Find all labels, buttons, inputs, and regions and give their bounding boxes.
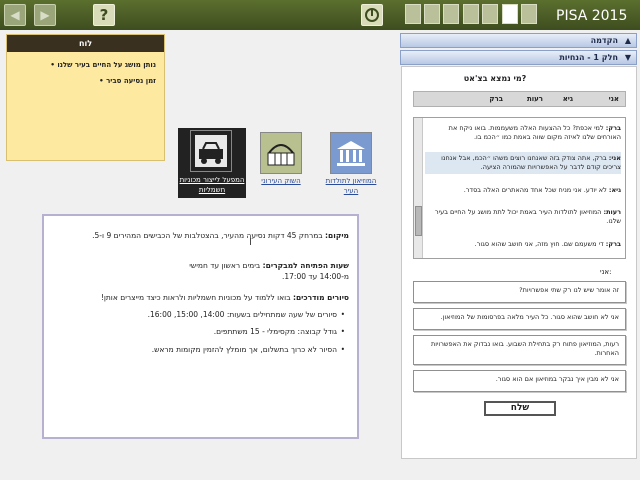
chat-message: ברק: למי אכפת? כל ההצעות האלה משעממות. ב… (448, 124, 621, 141)
chat-message: רעות: המוזיאון לתולדות העיר באמת יכול לת… (435, 208, 621, 225)
response-option[interactable]: זה אומר שיש לנו רק שתי אפשרויות? (413, 281, 626, 303)
market-label[interactable]: השוק העירוני (250, 176, 312, 186)
response-option[interactable]: אני לא מבין איך נבקר במוזיאון אם הוא סגו… (413, 370, 626, 392)
chevron-down-icon: ▼ (624, 53, 631, 62)
section-intro-label: הקדמה (590, 36, 618, 45)
progress-square-current (502, 4, 518, 24)
chevron-up-icon: ▲ (624, 36, 631, 45)
participant: גיא (562, 95, 573, 103)
museum-label[interactable]: המוזיאון לתולדות העיר (318, 176, 384, 196)
back-button[interactable]: ◀ (4, 4, 26, 26)
chat-question: מי נמצא בצ'אט? (463, 74, 527, 83)
progress-square (405, 4, 421, 24)
forward-arrow-icon: ▶ (40, 8, 50, 22)
market-option[interactable] (260, 132, 302, 174)
museum-option[interactable] (330, 132, 372, 174)
electric-car-label[interactable]: המפעל לייצור מכוניות חשמליות (178, 175, 246, 195)
timer-button[interactable] (361, 4, 383, 26)
participants-bar: אני גיא רעות ברק (413, 91, 626, 107)
electric-car-icon (195, 135, 227, 167)
board-item: נותן מושג על החיים בעיר שלנו • (50, 61, 156, 69)
tour-bullet: הסיור לא כרוך בתשלום, אך מומלץ להזמין מק… (57, 345, 345, 354)
market-basket-icon (267, 144, 295, 166)
progress-square (463, 4, 479, 24)
brand-title: PISA 2015 (556, 8, 628, 24)
help-icon: ? (99, 6, 109, 24)
response-option[interactable]: רעות, המוזיאון פתוח רק בתחילת השבוע. בוא… (413, 335, 626, 365)
electric-car-option[interactable] (190, 130, 232, 172)
participant: אני (608, 95, 619, 103)
location-info: מיקום: במרחק 45 דקות נסיעה מהעיר, בהצטלב… (92, 231, 349, 240)
progress-square (482, 4, 498, 24)
response-option[interactable]: אני לא חושב שהוא סגור. כל העיר מלאה בפרס… (413, 308, 626, 330)
chat-log: ברק: למי אכפת? כל ההצעות האלה משעממות. ב… (413, 117, 626, 259)
progress-square (424, 4, 440, 24)
text-cursor-icon: I (249, 237, 252, 248)
board-title: לוח (7, 35, 164, 52)
progress-square (443, 4, 459, 24)
participant: ברק (489, 95, 503, 103)
chat-message: ברק: די משעמם שם. חוץ מזה, אני חושב שהוא… (474, 240, 621, 248)
participant: רעות (526, 95, 543, 103)
help-button[interactable]: ? (93, 4, 115, 26)
section-part1-header[interactable]: חלק 1 - הנחיות ▼ (400, 50, 637, 65)
send-button[interactable]: שלח (484, 401, 556, 416)
hours-time: מ-14:00 עד 17:00. (281, 272, 349, 281)
info-panel: מיקום: במרחק 45 דקות נסיעה מהעיר, בהצטלב… (42, 214, 359, 439)
back-arrow-icon: ◀ (10, 8, 20, 22)
chat-scrollbar[interactable] (414, 118, 423, 258)
forward-button[interactable]: ▶ (34, 4, 56, 26)
notice-board: לוח נותן מושג על החיים בעיר שלנו • זמן נ… (6, 34, 165, 161)
me-label: אני: (600, 268, 612, 276)
museum-icon (337, 141, 365, 166)
tours-info: סיורים מודרכים: בואו ללמוד על מכוניות חש… (100, 293, 349, 302)
chat-message: אני: ברק, אתה צודק בזה שאנחנו רוצים משהו… (425, 152, 621, 174)
chat-message: גיא: לא יודע. אני מניח שכל אחד מהאתרים ה… (463, 186, 621, 194)
section-part1-label: חלק 1 - הנחיות (559, 53, 618, 62)
section-intro-header[interactable]: הקדמה ▲ (400, 33, 637, 48)
board-item: זמן נסיעה סביר • (99, 77, 156, 85)
scroll-thumb[interactable] (415, 206, 422, 236)
progress-square (521, 4, 537, 24)
hours-info: שעות הפתיחה למבקרים: בימים ראשון עד חמיש… (189, 261, 349, 270)
tour-bullet: סיורים של שעה שמתחילים בשעות: 14:00, 15:… (57, 310, 345, 319)
tour-bullet: גודל קבוצה: מקסימלי - 15 משתתפים. (57, 327, 345, 336)
